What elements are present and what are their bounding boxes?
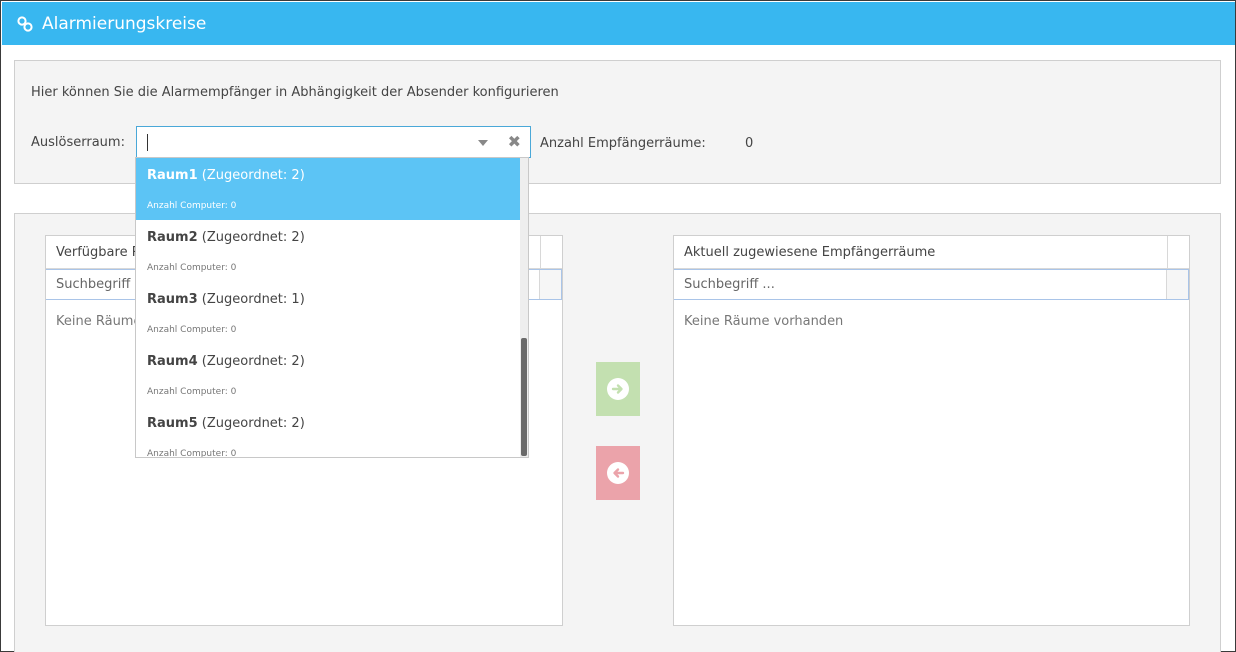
assigned-rooms-header: Aktuell zugewiesene Empfängerräume xyxy=(674,236,1189,269)
add-room-button[interactable] xyxy=(596,362,640,416)
dropdown-option-raum5[interactable]: Raum5 (Zugeordnet: 2) Anzahl Computer: 0 xyxy=(136,406,522,458)
dropdown-option-raum2[interactable]: Raum2 (Zugeordnet: 2) Anzahl Computer: 0 xyxy=(136,220,522,282)
recipient-count-value: 0 xyxy=(745,136,754,151)
dropdown-scrollbar-thumb[interactable] xyxy=(521,338,527,456)
option-title: Raum2 (Zugeordnet: 2) xyxy=(147,230,305,245)
trigger-room-select[interactable]: ✖ xyxy=(136,126,531,158)
option-subtitle: Anzahl Computer: 0 xyxy=(147,325,237,335)
search-column xyxy=(539,270,561,299)
chevron-down-icon[interactable] xyxy=(478,140,488,146)
dropdown-option-raum1[interactable]: Raum1 (Zugeordnet: 2) Anzahl Computer: 0 xyxy=(136,158,522,220)
assigned-search-input[interactable] xyxy=(674,270,1166,299)
arrow-left-circle-icon xyxy=(607,462,629,484)
trigger-room-dropdown: Raum1 (Zugeordnet: 2) Anzahl Computer: 0… xyxy=(135,157,529,458)
config-description: Hier können Sie die Alarmempfänger in Ab… xyxy=(31,85,559,100)
dropdown-option-raum3[interactable]: Raum3 (Zugeordnet: 1) Anzahl Computer: 0 xyxy=(136,282,522,344)
window-titlebar: Alarmierungskreise xyxy=(2,2,1235,45)
option-subtitle: Anzahl Computer: 0 xyxy=(147,387,237,397)
clear-icon[interactable]: ✖ xyxy=(508,132,521,152)
window-frame: Alarmierungskreise Hier können Sie die A… xyxy=(0,0,1236,652)
assigned-rooms-list: Aktuell zugewiesene Empfängerräume Keine… xyxy=(673,235,1190,626)
header-column xyxy=(1167,236,1189,269)
assigned-search xyxy=(674,269,1189,300)
header-column xyxy=(540,236,562,269)
text-cursor xyxy=(147,134,148,151)
trigger-room-label: Auslöserraum: xyxy=(31,135,125,150)
option-subtitle: Anzahl Computer: 0 xyxy=(147,263,237,273)
remove-room-button[interactable] xyxy=(596,446,640,500)
option-title: Raum4 (Zugeordnet: 2) xyxy=(147,354,305,369)
search-column xyxy=(1166,270,1188,299)
link-icon xyxy=(16,15,34,33)
option-subtitle: Anzahl Computer: 0 xyxy=(147,201,237,211)
arrow-right-circle-icon xyxy=(607,378,629,400)
option-title: Raum3 (Zugeordnet: 1) xyxy=(147,292,305,307)
dropdown-scrollbar[interactable] xyxy=(520,158,528,457)
dropdown-option-raum4[interactable]: Raum4 (Zugeordnet: 2) Anzahl Computer: 0 xyxy=(136,344,522,406)
option-title: Raum5 (Zugeordnet: 2) xyxy=(147,416,305,431)
assigned-empty-text: Keine Räume vorhanden xyxy=(684,314,844,329)
window-title: Alarmierungskreise xyxy=(42,13,207,34)
recipient-count-label: Anzahl Empfängerräume: xyxy=(540,136,706,151)
option-title: Raum1 (Zugeordnet: 2) xyxy=(147,168,305,183)
option-subtitle: Anzahl Computer: 0 xyxy=(147,449,237,458)
